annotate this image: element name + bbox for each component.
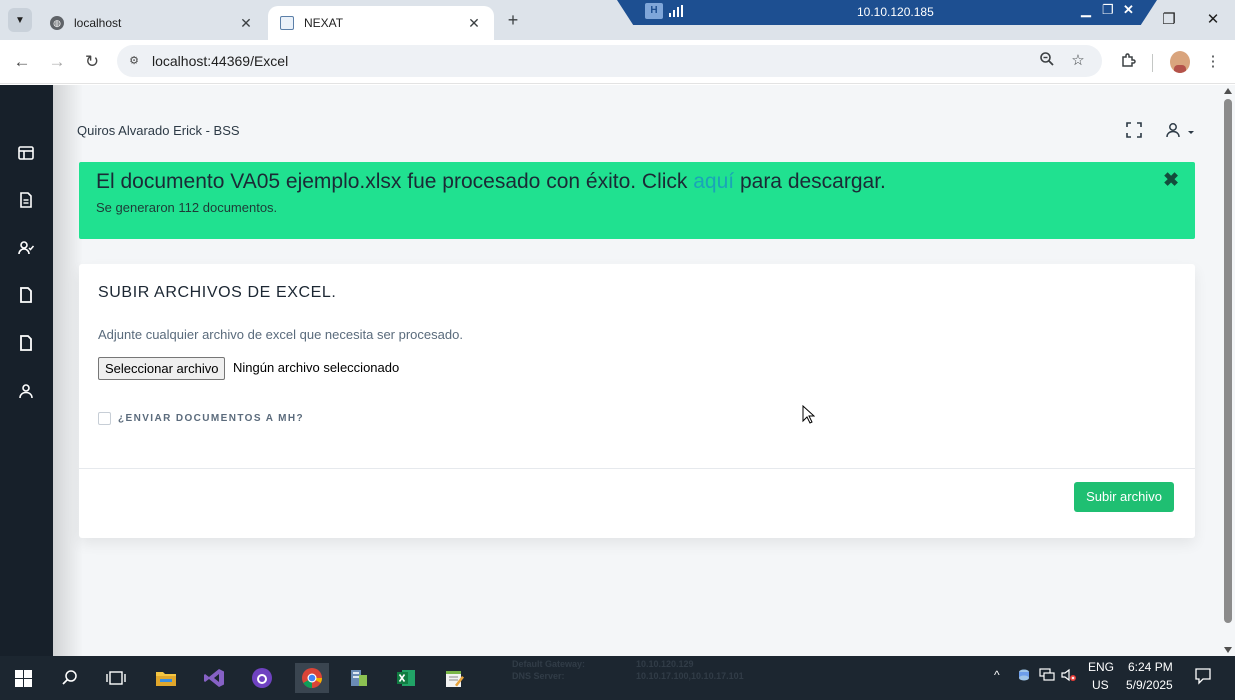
alert-text-suffix: para descargar. xyxy=(734,170,886,193)
pin-icon[interactable]: H xyxy=(645,3,663,19)
language-indicator[interactable]: ENG xyxy=(1088,660,1114,674)
mouse-cursor-icon xyxy=(802,404,816,424)
url-text[interactable]: localhost:44369/Excel xyxy=(152,53,288,69)
toolbar-divider xyxy=(1152,54,1153,72)
browser-tab-strip: ▼ ◍ localhost ✕ NEXAT ✕ + H 10.10.120.18… xyxy=(0,0,1235,40)
volume-muted-icon[interactable] xyxy=(1061,668,1077,685)
region-indicator[interactable]: US xyxy=(1092,678,1109,692)
current-user-name: Quiros Alvarado Erick - BSS xyxy=(77,123,240,138)
tab-title: localhost xyxy=(74,16,122,30)
clock-time[interactable]: 6:24 PM xyxy=(1128,660,1173,674)
excel-icon[interactable] xyxy=(391,663,421,693)
alert-title: El documento VA05 ejemplo.xlsx fue proce… xyxy=(96,170,886,194)
site-settings-icon[interactable]: ⚙ xyxy=(126,53,142,69)
github-desktop-icon[interactable] xyxy=(247,663,277,693)
alert-subtitle: Se generaron 112 documentos. xyxy=(96,200,278,215)
zoom-icon[interactable] xyxy=(1037,51,1057,71)
visual-studio-icon[interactable] xyxy=(199,663,229,693)
fullscreen-icon[interactable] xyxy=(1124,120,1144,140)
network-icon[interactable] xyxy=(1039,668,1055,685)
tab-search-chevron-icon[interactable]: ▼ xyxy=(8,8,32,32)
choose-file-button[interactable]: Seleccionar archivo xyxy=(98,357,226,380)
notepad-icon[interactable] xyxy=(439,663,469,693)
scroll-thumb[interactable] xyxy=(1224,99,1232,623)
forward-arrow-icon[interactable]: → xyxy=(45,50,69,74)
close-icon[interactable]: ✕ xyxy=(466,15,482,32)
close-icon[interactable]: ✕ xyxy=(238,15,254,32)
card-description: Adjunte cualquier archivo de excel que n… xyxy=(98,327,463,342)
scroll-down-arrow-icon[interactable] xyxy=(1224,647,1232,653)
page-scrollbar[interactable] xyxy=(1220,85,1235,656)
tray-chevron-up-icon[interactable]: ^ xyxy=(994,668,1000,682)
remote-close-icon[interactable]: ✕ xyxy=(1123,2,1134,18)
profile-avatar[interactable] xyxy=(1170,51,1190,73)
windows-taskbar: Default Gateway: DNS Server: 10.10.120.1… xyxy=(0,656,1235,700)
task-view-icon[interactable] xyxy=(101,663,131,693)
file-explorer-icon[interactable] xyxy=(151,663,181,693)
window-restore-icon[interactable]: ❐ xyxy=(1156,8,1182,30)
clock-date[interactable]: 5/9/2025 xyxy=(1126,678,1173,692)
remote-minimize-icon[interactable]: ▁ xyxy=(1081,2,1091,18)
bookmark-star-icon[interactable]: ☆ xyxy=(1068,51,1088,71)
chrome-icon[interactable] xyxy=(295,663,329,693)
address-bar[interactable]: ⚙ localhost:44369/Excel ☆ xyxy=(117,45,1102,77)
send-to-mh-label[interactable]: ¿ENVIAR DOCUMENTOS A MH? xyxy=(118,413,304,424)
alert-close-icon[interactable]: ✖ xyxy=(1163,169,1179,192)
page-viewport: Quiros Alvarado Erick - BSS El documento… xyxy=(0,85,1235,656)
windows-start-icon[interactable] xyxy=(8,663,38,693)
file-status: Ningún archivo seleccionado xyxy=(233,360,400,375)
tab-localhost[interactable]: ◍ localhost ✕ xyxy=(38,6,266,40)
remote-restore-icon[interactable]: ❐ xyxy=(1102,2,1114,18)
sidebar xyxy=(0,85,53,656)
dns-label: DNS Server: xyxy=(512,671,565,681)
server-manager-icon[interactable] xyxy=(343,663,373,693)
reload-icon[interactable]: ↻ xyxy=(80,50,104,74)
document-favicon-icon xyxy=(280,16,294,30)
user-menu-button[interactable] xyxy=(1163,120,1199,140)
scroll-up-arrow-icon[interactable] xyxy=(1224,88,1232,94)
send-to-mh-row: ¿ENVIAR DOCUMENTOS A MH? xyxy=(98,412,304,425)
card-title: SUBIR ARCHIVOS DE EXCEL. xyxy=(98,284,337,301)
remote-connection-bar: H 10.10.120.185 ▁ ❐ ✕ xyxy=(617,0,1157,25)
browser-toolbar: ← → ↻ ⚙ localhost:44369/Excel ☆ ⋮ xyxy=(0,40,1235,84)
search-icon[interactable] xyxy=(55,663,85,693)
back-arrow-icon[interactable]: ← xyxy=(10,50,34,74)
gateway-value: 10.10.120.129 xyxy=(636,659,694,669)
upload-card: SUBIR ARCHIVOS DE EXCEL. Adjunte cualqui… xyxy=(79,264,1195,538)
tab-nexat[interactable]: NEXAT ✕ xyxy=(268,6,494,40)
user-check-icon[interactable] xyxy=(16,238,36,258)
file-icon-2[interactable] xyxy=(16,333,36,353)
gateway-label: Default Gateway: xyxy=(512,659,586,669)
submit-file-button[interactable]: Subir archivo xyxy=(1074,482,1174,512)
dns-value: 10.10.17.100,10.10.17.101 xyxy=(636,671,744,681)
alert-text-prefix: El documento VA05 ejemplo.xlsx fue proce… xyxy=(96,170,694,193)
document-icon[interactable] xyxy=(16,190,36,210)
notification-icon[interactable] xyxy=(1194,667,1212,688)
window-close-icon[interactable]: ✕ xyxy=(1200,8,1226,30)
file-icon[interactable] xyxy=(16,285,36,305)
remote-ip: 10.10.120.185 xyxy=(857,5,934,19)
tray-app-icon[interactable] xyxy=(1017,668,1031,685)
more-menu-icon[interactable]: ⋮ xyxy=(1203,52,1223,72)
network-info-labels: Default Gateway: DNS Server: xyxy=(512,658,585,682)
layout-icon[interactable] xyxy=(16,143,36,163)
tab-title: NEXAT xyxy=(304,16,344,30)
signal-icon xyxy=(669,5,683,17)
card-divider xyxy=(79,468,1195,469)
globe-icon: ◍ xyxy=(50,16,64,30)
new-tab-plus-icon[interactable]: + xyxy=(502,9,524,31)
download-link[interactable]: aquí xyxy=(693,170,734,193)
success-alert: El documento VA05 ejemplo.xlsx fue proce… xyxy=(79,162,1195,239)
network-info-values: 10.10.120.129 10.10.17.100,10.10.17.101 xyxy=(636,658,744,682)
send-to-mh-checkbox[interactable] xyxy=(98,412,111,425)
extensions-icon[interactable] xyxy=(1118,52,1138,72)
user-icon[interactable] xyxy=(16,381,36,401)
